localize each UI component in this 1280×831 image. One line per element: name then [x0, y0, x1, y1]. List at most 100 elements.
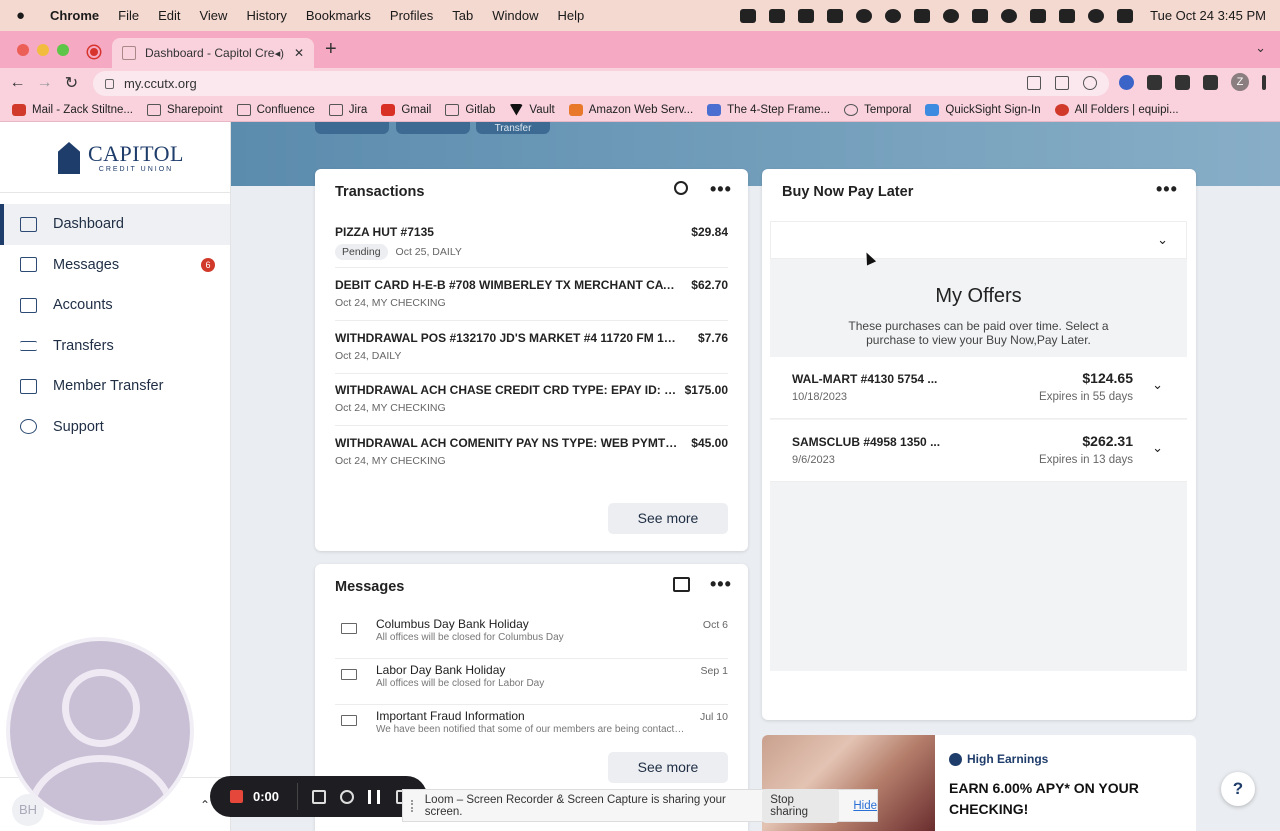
sidebar-item-accounts[interactable]: Accounts — [0, 285, 230, 326]
sidebar-item-member-transfer[interactable]: Member Transfer — [0, 366, 230, 407]
search-icon[interactable] — [674, 181, 688, 195]
new-tab-button[interactable]: + — [325, 38, 337, 61]
password-manager-icon[interactable] — [1001, 8, 1018, 23]
side-panel-icon[interactable] — [1203, 74, 1218, 90]
stop-sharing-button[interactable]: Stop sharing — [762, 788, 840, 823]
lock-icon[interactable] — [105, 78, 114, 89]
app-status-icon[interactable] — [885, 8, 902, 23]
help-button[interactable]: ? — [1221, 772, 1255, 806]
minimize-window-icon[interactable] — [37, 44, 49, 56]
restart-icon[interactable] — [340, 789, 355, 804]
card-icon[interactable] — [972, 8, 989, 23]
transaction-row[interactable]: DEBIT CARD H-E-B #708 WIMBERLEY TX MERCH… — [335, 269, 728, 321]
drag-handle-icon[interactable] — [411, 799, 417, 812]
install-app-icon[interactable] — [1027, 76, 1041, 90]
speaker-icon[interactable]: ◂) — [275, 47, 284, 60]
bookmark-temporal[interactable]: Temporal — [844, 103, 911, 116]
message-row[interactable]: Important Fraud Information We have been… — [335, 705, 728, 751]
browser-tab-dashboard[interactable]: Dashboard - Capitol Credi ◂) ✕ — [112, 38, 314, 68]
more-options-icon[interactable]: ••• — [710, 179, 732, 200]
bookmark-star-icon[interactable] — [1083, 76, 1097, 90]
back-button[interactable]: ← — [4, 74, 31, 92]
screen-record-icon[interactable] — [740, 8, 757, 23]
app-status-icon[interactable] — [856, 8, 873, 23]
bookmark-confluence[interactable]: Confluence — [236, 103, 315, 116]
address-bar[interactable]: my.ccutx.org — [93, 71, 1109, 96]
menu-view[interactable]: View — [199, 8, 227, 23]
close-window-icon[interactable] — [17, 44, 29, 56]
menu-bookmarks[interactable]: Bookmarks — [306, 8, 371, 23]
app-status-icon[interactable] — [769, 8, 786, 23]
menu-history[interactable]: History — [246, 8, 286, 23]
spotlight-search-icon[interactable] — [1088, 8, 1105, 23]
see-more-messages-button[interactable]: See more — [608, 752, 728, 783]
menu-tab[interactable]: Tab — [452, 8, 473, 23]
tab-search-icon[interactable]: ⌄ — [1255, 40, 1266, 56]
chevron-down-icon[interactable]: ⌄ — [1152, 440, 1163, 456]
loom-camera-bubble[interactable] — [6, 637, 194, 825]
bookmark-mail[interactable]: Mail - Zack Stiltne... — [12, 103, 133, 116]
chevron-down-icon[interactable]: ⌄ — [1157, 232, 1168, 248]
quick-action-button[interactable] — [315, 122, 389, 134]
wifi-icon[interactable] — [1030, 8, 1047, 23]
chrome-menu-icon[interactable] — [1262, 74, 1266, 90]
bookmark-jira[interactable]: Jira — [328, 103, 367, 116]
bookmark-quicksight[interactable]: QuickSight Sign-In — [925, 103, 1041, 116]
app-status-icon[interactable] — [798, 8, 815, 23]
bookmark-4-step[interactable]: The 4-Step Frame... — [707, 103, 830, 116]
battery-icon[interactable] — [1059, 8, 1076, 23]
menu-chrome[interactable]: Chrome — [50, 8, 99, 23]
sidebar-item-dashboard[interactable]: Dashboard — [0, 204, 230, 245]
bookmark-aws[interactable]: Amazon Web Serv... — [568, 103, 693, 116]
hide-banner-link[interactable]: Hide — [853, 800, 877, 812]
menu-bar-clock[interactable]: Tue Oct 24 3:45 PM — [1150, 8, 1266, 23]
transaction-row[interactable]: WITHDRAWAL ACH COMENITY PAY NS TYPE: WEB… — [335, 427, 728, 479]
bookmark-vault[interactable]: Vault — [509, 103, 555, 116]
see-more-transactions-button[interactable]: See more — [608, 503, 728, 534]
account-select[interactable]: ⌄ — [770, 221, 1187, 259]
chevron-up-icon[interactable]: ⌃ — [200, 798, 210, 812]
forward-button[interactable]: → — [31, 74, 58, 92]
compose-message-icon[interactable] — [673, 577, 690, 592]
more-options-icon[interactable]: ••• — [710, 574, 732, 595]
zoom-window-icon[interactable] — [57, 44, 69, 56]
sidebar-item-messages[interactable]: Messages 6 — [0, 245, 230, 286]
control-center-icon[interactable] — [1117, 8, 1134, 23]
share-icon[interactable] — [1055, 76, 1069, 90]
transaction-row[interactable]: WITHDRAWAL POS #132170 JD'S MARKET #4 11… — [335, 322, 728, 374]
downloads-icon[interactable] — [1175, 74, 1190, 90]
pause-icon[interactable] — [368, 789, 381, 804]
sidebar-item-transfers[interactable]: Transfers — [0, 326, 230, 367]
message-row[interactable]: Labor Day Bank Holiday All offices will … — [335, 659, 728, 705]
menu-profiles[interactable]: Profiles — [390, 8, 433, 23]
quick-action-button[interactable] — [396, 122, 470, 134]
stop-recording-button[interactable] — [230, 790, 243, 803]
bookmark-gitlab[interactable]: Gitlab — [445, 103, 495, 116]
menu-edit[interactable]: Edit — [158, 8, 180, 23]
menu-help[interactable]: Help — [558, 8, 585, 23]
extensions-puzzle-icon[interactable] — [1147, 74, 1162, 90]
menu-window[interactable]: Window — [492, 8, 538, 23]
profile-avatar[interactable]: Z — [1231, 73, 1249, 91]
password-extension-icon[interactable] — [1119, 74, 1134, 90]
offer-row[interactable]: WAL-MART #4130 5754 ... 10/18/2023 $124.… — [770, 357, 1187, 419]
apple-menu-icon[interactable]: ● — [16, 7, 32, 24]
reload-button[interactable]: ↻ — [58, 73, 85, 93]
bookmark-gmail[interactable]: Gmail — [381, 103, 431, 116]
headphones-icon[interactable] — [943, 8, 960, 23]
message-row[interactable]: Columbus Day Bank Holiday All offices wi… — [335, 613, 728, 659]
offer-row[interactable]: SAMSCLUB #4958 1350 ... 9/6/2023 $262.31… — [770, 420, 1187, 482]
capitol-logo[interactable]: CAPITOL CREDIT UNION — [58, 142, 184, 174]
tab-close-icon[interactable]: ✕ — [294, 46, 304, 60]
menu-file[interactable]: File — [118, 8, 139, 23]
sidebar-item-support[interactable]: Support — [0, 407, 230, 448]
grid-icon[interactable] — [312, 789, 327, 804]
quick-action-transfer[interactable]: Transfer — [476, 122, 550, 134]
cloud-icon[interactable] — [914, 8, 931, 23]
app-status-icon[interactable] — [827, 8, 844, 23]
bookmark-all-folders[interactable]: All Folders | equipi... — [1054, 103, 1179, 116]
bookmark-sharepoint[interactable]: Sharepoint — [146, 103, 223, 116]
url-text[interactable]: my.ccutx.org — [124, 76, 197, 91]
transaction-row[interactable]: PIZZA HUT #7135 $29.84 Pending Oct 25, D… — [335, 216, 728, 268]
transaction-row[interactable]: WITHDRAWAL ACH CHASE CREDIT CRD TYPE: EP… — [335, 374, 728, 426]
